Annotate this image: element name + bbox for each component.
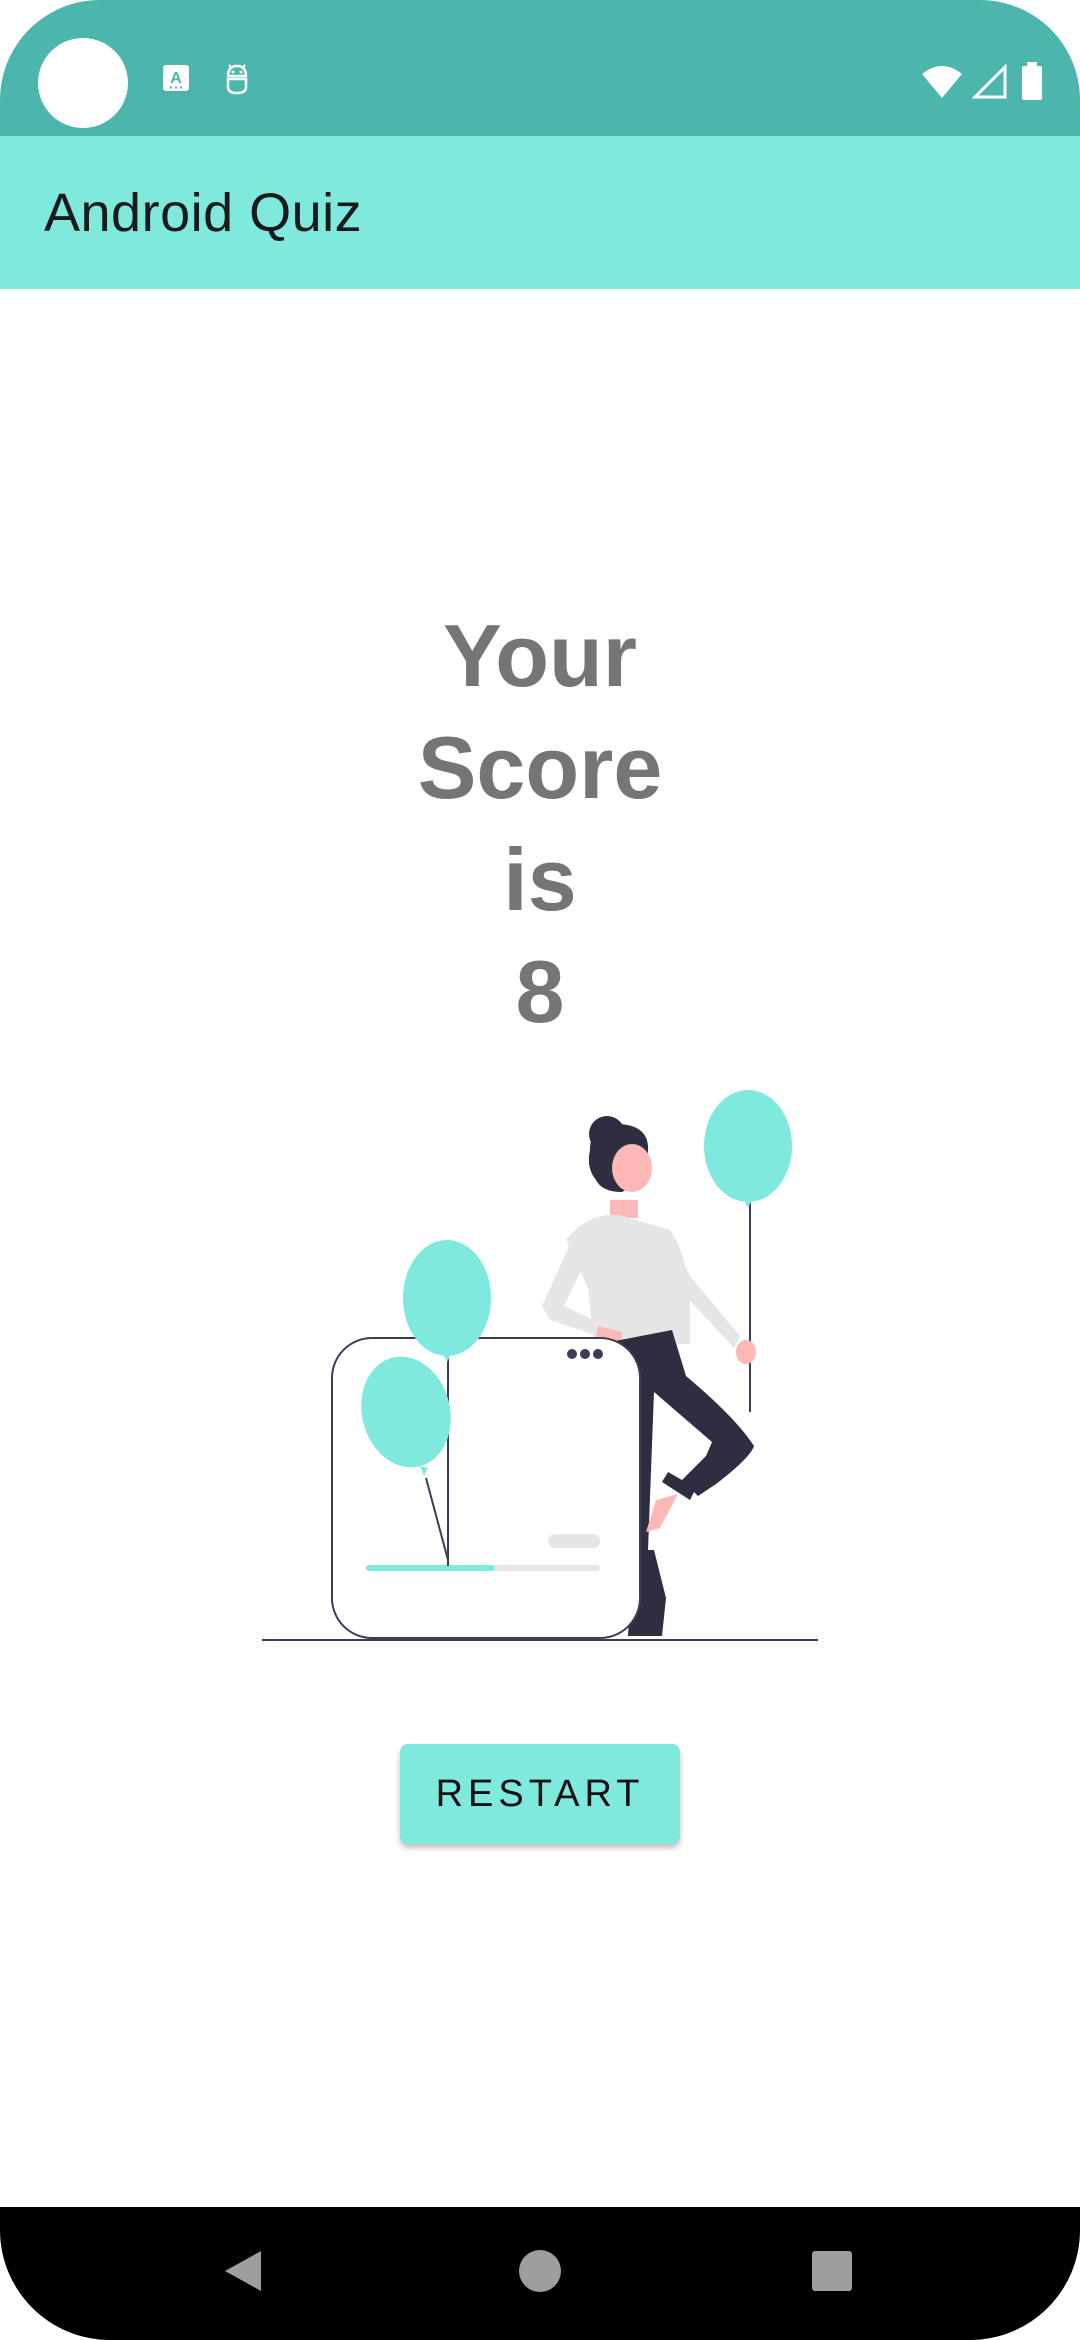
back-button[interactable] [203, 2231, 283, 2311]
card-pill [548, 1534, 600, 1548]
score-line-your: Your [443, 606, 637, 705]
back-icon [225, 2251, 261, 2291]
woman-with-balloons-illustration [262, 1090, 818, 1641]
recents-button[interactable] [792, 2231, 872, 2311]
balloon-top-left [403, 1240, 491, 1356]
android-debug-icon [226, 64, 248, 95]
restart-button[interactable]: RESTART [400, 1744, 680, 1844]
home-button[interactable] [500, 2231, 580, 2311]
app-bar: Android Quiz [0, 136, 1080, 289]
status-bar: A [0, 0, 1080, 136]
camera-cutout [38, 38, 128, 128]
status-icons [920, 62, 1080, 102]
progress-fill [366, 1565, 495, 1571]
wifi-icon [922, 66, 962, 98]
navigation-bar [0, 2207, 1080, 2340]
svg-text:A: A [170, 70, 182, 87]
score-line-score: Score [417, 718, 663, 817]
score-value: 8 [515, 942, 565, 1041]
cell-signal-icon [972, 64, 1007, 99]
battery-icon [1022, 62, 1042, 100]
a11y-text-icon: A [163, 65, 189, 91]
recents-icon [812, 2251, 852, 2291]
score-line-is: is [503, 830, 577, 929]
face [612, 1144, 652, 1192]
phone-screen: A Android Quiz Your Score is 8 RESTART [0, 0, 1080, 2340]
score-text: Your Score is 8 [0, 600, 1080, 1048]
home-icon [519, 2250, 561, 2292]
balloon-right [704, 1090, 792, 1202]
app-title: Android Quiz [44, 183, 363, 243]
